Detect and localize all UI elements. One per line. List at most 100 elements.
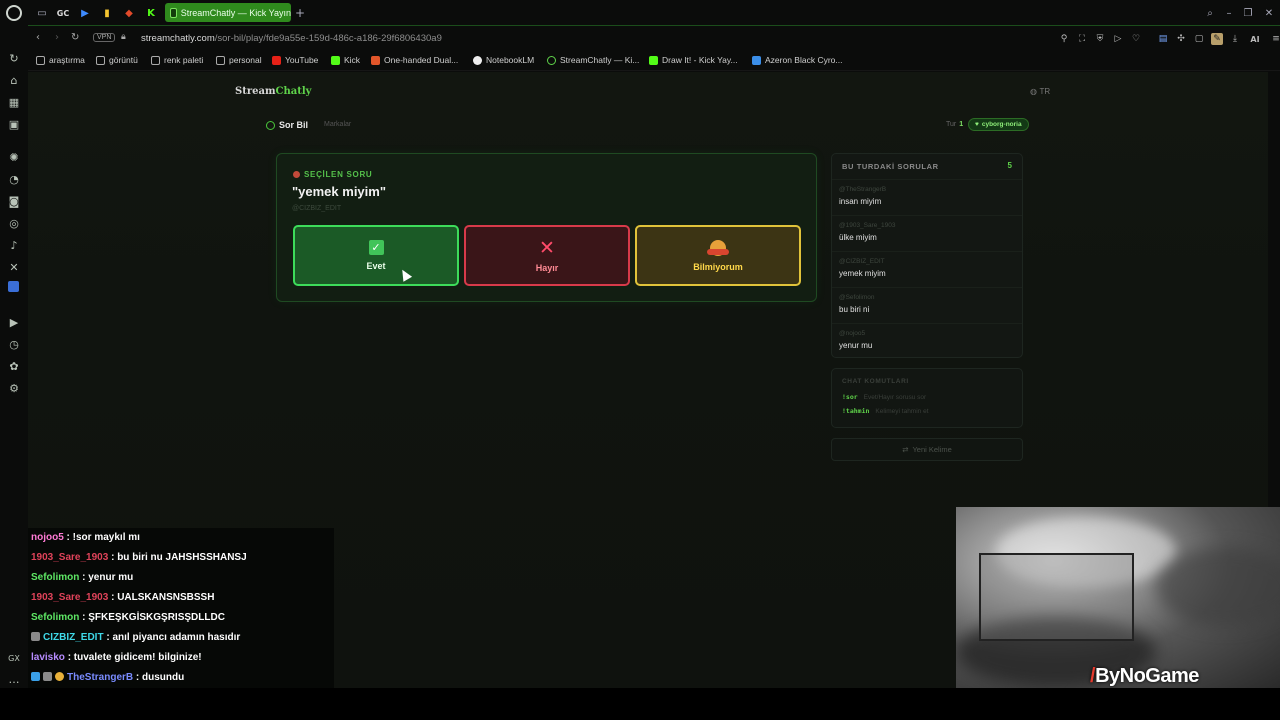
tab-play-icon[interactable]: ▶ — [77, 5, 93, 21]
url-path: /sor-bil/play/fde9a55e-159d-486c-a186-29… — [214, 33, 442, 44]
language-switcher[interactable]: ◍ TR — [1030, 87, 1050, 96]
panel-title: BU TURDAKİ SORULAR — [842, 162, 939, 171]
chat-username: nojoo5 — [31, 532, 64, 543]
bookmark-item[interactable]: renk paleti — [151, 55, 203, 65]
tab-gc[interactable]: GC — [55, 5, 71, 21]
round-questions-panel: BU TURDAKİ SORULAR 5 @TheStrangerB insan … — [831, 153, 1023, 358]
close-icon[interactable]: ✕ — [1261, 5, 1277, 21]
chatgpt-icon[interactable]: ✺ — [6, 149, 22, 165]
reload-icon[interactable]: ↻ — [71, 32, 79, 43]
more-icon[interactable]: … — [6, 671, 22, 687]
x-icon[interactable]: ✕ — [6, 259, 22, 275]
leaderboard-link[interactable]: Markalar — [324, 121, 351, 128]
bookmark-item[interactable]: Kick — [331, 55, 360, 65]
chat-message: CIZBIZ_EDIT : anıl piyancı adamın hasıdı… — [31, 632, 240, 643]
stream-chat-overlay: nojoo5 : !sor maykıl mı 1903_Sare_1903 :… — [28, 528, 334, 688]
shield-icon[interactable]: ⛨ — [1094, 33, 1106, 45]
instagram-icon[interactable]: ◎ — [6, 215, 22, 231]
shuffle-icon: ⇄ — [902, 445, 909, 454]
tab-bar: ▭ GC ▶ ▮ ◆ K StreamChatly — Kick Yayın +… — [28, 0, 1280, 25]
opera-gx-logo-icon[interactable] — [6, 5, 22, 21]
player-icon[interactable]: ▶ — [6, 314, 22, 330]
extensions-icon[interactable]: ✿ — [6, 358, 22, 374]
history-icon[interactable]: ◷ — [6, 336, 22, 352]
badge-icon — [43, 672, 52, 681]
tab-game-icon[interactable]: ◆ — [121, 5, 137, 21]
chat-message: Sefolimon : ŞFKEŞKGİSKGŞRISŞDLLDC — [31, 612, 225, 623]
tab-chart-icon[interactable]: ▮ — [99, 5, 115, 21]
chat-message: 1903_Sare_1903 : bu biri nu JAHSHSSHANSJ — [31, 552, 247, 563]
chat-message: Sefolimon : yenur mu — [31, 572, 134, 583]
bookmark-item[interactable]: NotebookLM — [473, 55, 534, 65]
no-button[interactable]: ✕ Hayır — [464, 225, 630, 286]
question-author: @CIZBIZ_EDIT — [292, 205, 342, 212]
dont-know-button[interactable]: Bilmiyorum — [635, 225, 801, 286]
notebooklm-icon — [473, 55, 482, 65]
maximize-icon[interactable]: ❐ — [1240, 5, 1256, 21]
bookmark-item[interactable]: personal — [216, 55, 262, 65]
check-icon: ✓ — [368, 240, 384, 255]
app-icon[interactable] — [8, 281, 19, 292]
kick-icon — [649, 55, 658, 65]
bookmark-item[interactable]: One-handed Dual... — [371, 55, 458, 65]
badge-icon — [31, 632, 40, 641]
game-title: Sor Bil — [266, 120, 308, 130]
bookmark-item[interactable]: görüntü — [96, 55, 138, 65]
folder-icon — [96, 55, 105, 65]
question-card: SEÇİLEN SORU "yemek miyim" @CIZBIZ_EDIT … — [276, 153, 817, 302]
tiktok-icon[interactable]: ♪ — [6, 237, 22, 253]
heart-icon[interactable]: ♡ — [1130, 33, 1142, 45]
extension-icon[interactable]: ✎ — [1211, 33, 1223, 45]
site-icon — [371, 55, 380, 65]
pin-icon[interactable]: ⚲ — [1058, 33, 1070, 45]
bookmark-item[interactable]: YouTube — [272, 55, 318, 65]
heart-icon: ♥ — [975, 121, 979, 128]
messenger-icon[interactable]: ▣ — [6, 116, 22, 132]
tab-overview-icon[interactable]: ▭ — [34, 5, 50, 21]
minimize-icon[interactable]: – — [1221, 5, 1237, 21]
yes-button[interactable]: ✓ Evet — [293, 225, 459, 286]
screen: ↻ ⌂ ▦ ▣ ✺ ◔ ◙ ◎ ♪ ✕ ▶ ◷ ✿ ⚙ GX … ▭ GC ▶ … — [0, 0, 1280, 720]
gx-label: GX — [8, 653, 20, 663]
cross-icon: ✕ — [539, 236, 555, 259]
list-item: @1903_Sare_1903 ülke miyim — [832, 215, 1022, 251]
back-icon[interactable]: ‹ — [36, 32, 40, 43]
screenshot-icon[interactable]: ⛶ — [1076, 33, 1088, 45]
url-input[interactable]: streamchatly.com/sor-bil/play/fde9a55e-1… — [141, 33, 442, 44]
discord-icon[interactable]: ◙ — [6, 193, 22, 209]
question-count: 5 — [1007, 161, 1012, 170]
list-item: @TheStrangerB insan miyim — [832, 179, 1022, 215]
document-icon[interactable]: ▤ — [1157, 33, 1169, 45]
bynogame-logo: /ByNoGame — [1090, 665, 1199, 687]
menu-icon[interactable]: ≡ — [1270, 33, 1280, 45]
tab-streamchatly[interactable]: StreamChatly — Kick Yayın — [165, 3, 291, 22]
chat-commands-panel: CHAT KOMUTLARI !sor Evet/Hayır sorusu sor… — [831, 368, 1023, 428]
new-tab-icon[interactable]: + — [292, 5, 308, 21]
game-icon[interactable]: ⌂ — [6, 72, 22, 88]
tab-kick-icon[interactable]: K — [143, 5, 159, 21]
brand-logo[interactable]: StreamChatly — [235, 86, 311, 97]
puzzle-icon[interactable]: ✣ — [1175, 33, 1187, 45]
azeron-icon — [752, 55, 761, 65]
twitch-icon[interactable]: ▦ — [6, 94, 22, 110]
bookmark-item[interactable]: araştırma — [36, 55, 85, 65]
box-icon[interactable]: ▢ — [1193, 33, 1205, 45]
bookmark-item[interactable]: Draw It! - Kick Yay... — [649, 55, 738, 65]
whatsapp-icon[interactable]: ◔ — [6, 171, 22, 187]
download-icon[interactable]: ⤓ — [1229, 33, 1241, 45]
webcam-frame — [979, 553, 1134, 641]
bookmark-item[interactable]: StreamChatly — Ki... — [547, 55, 639, 65]
question-icon — [266, 120, 275, 130]
forward-icon[interactable]: › — [55, 32, 59, 43]
play-icon[interactable]: ▷ — [1112, 33, 1124, 45]
chat-username: Sefolimon — [31, 612, 80, 623]
search-icon[interactable]: ⌕ — [1202, 5, 1218, 21]
lock-icon[interactable]: 🔒︎ — [121, 32, 126, 42]
new-word-button[interactable]: ⇄ Yeni Kelime — [831, 438, 1023, 461]
settings-icon[interactable]: ⚙ — [6, 380, 22, 396]
webcam-overlay: /ByNoGame — [956, 507, 1280, 688]
ai-button[interactable]: AI — [1246, 33, 1264, 45]
vpn-badge[interactable]: VPN — [93, 33, 116, 42]
speed-dial-icon[interactable]: ↻ — [6, 50, 22, 66]
bookmark-item[interactable]: Azeron Black Cyro... — [752, 55, 842, 65]
